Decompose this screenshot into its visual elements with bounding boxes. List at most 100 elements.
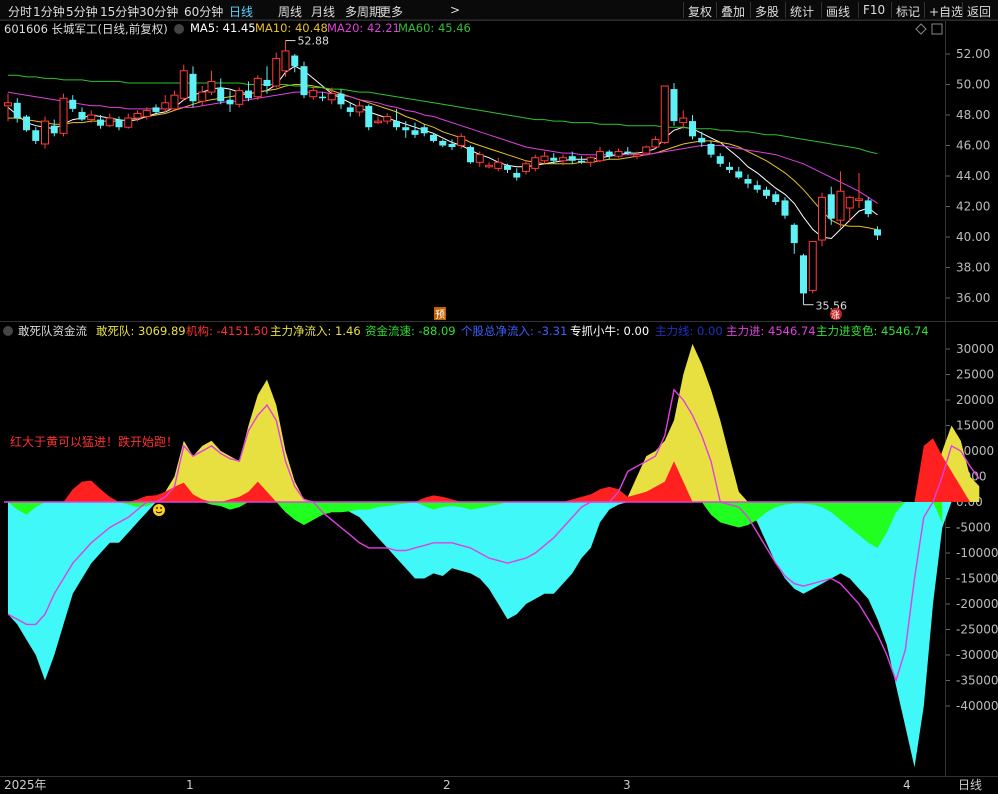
- settings-circle-icon[interactable]: [174, 24, 184, 34]
- candle: [716, 153, 724, 167]
- indicator-ytick-label: 25000: [956, 368, 994, 382]
- candle: [226, 90, 234, 112]
- candle: [540, 151, 549, 164]
- indicator-ytick-label: -35000: [956, 674, 998, 688]
- candle: [707, 140, 715, 158]
- candle: [161, 95, 170, 112]
- candle: [790, 223, 798, 254]
- candle: [383, 113, 392, 125]
- indicator-ytick-label: -10000: [956, 546, 998, 560]
- candle: [670, 82, 678, 126]
- candle: [355, 101, 364, 117]
- candle: [763, 186, 770, 199]
- svg-text:预: 预: [435, 309, 445, 321]
- candle: [531, 154, 540, 172]
- candle: [291, 54, 299, 73]
- candle: [660, 85, 669, 144]
- candle: [207, 70, 216, 96]
- candle: [642, 145, 651, 154]
- indicator-ytick-label: -25000: [956, 623, 998, 637]
- candle: [4, 93, 12, 122]
- candle: [337, 89, 345, 109]
- pre-marker: 预: [434, 307, 446, 321]
- candle: [827, 186, 835, 225]
- candle: [772, 191, 780, 205]
- area-stock-net-inflow: [8, 502, 989, 768]
- candle: [69, 95, 77, 112]
- candle: [253, 75, 262, 100]
- ma-line-ma10: [8, 84, 878, 231]
- smiley-icon: [153, 504, 165, 516]
- candle: [651, 136, 660, 149]
- candle: [439, 139, 447, 148]
- candle: [374, 116, 382, 125]
- candle: [586, 156, 595, 167]
- x-axis-label: 3: [623, 778, 631, 792]
- candle: [346, 102, 354, 117]
- price-ytick-label: 36.00: [956, 291, 990, 305]
- candle: [235, 87, 244, 108]
- price-ytick-label: 50.00: [956, 78, 990, 92]
- indicator-ytick-label: -40000: [956, 699, 998, 713]
- candle: [800, 253, 807, 305]
- price-ytick-label: 52.00: [956, 47, 990, 61]
- candle: [32, 127, 40, 144]
- zhang-marker: 涨: [830, 308, 842, 321]
- candle: [319, 92, 326, 102]
- candle: [78, 107, 86, 122]
- price-ytick-label: 44.00: [956, 169, 990, 183]
- indicator-ytick-label: -20000: [956, 597, 998, 611]
- candle: [485, 162, 493, 169]
- ma-line-ma5: [7, 65, 878, 240]
- candle: [753, 180, 761, 193]
- x-axis-label: 4: [903, 778, 911, 792]
- area-dare-squad: [8, 343, 980, 502]
- candle: [689, 115, 696, 140]
- indicator-ytick-label: -5000: [956, 521, 991, 535]
- price-ytick-label: 46.00: [956, 139, 990, 153]
- candle: [836, 171, 845, 228]
- candle: [504, 163, 511, 173]
- candle: [522, 160, 530, 175]
- indicator-circle-icon[interactable]: [3, 326, 13, 336]
- indicator-ytick-label: -30000: [956, 648, 998, 662]
- candle: [179, 64, 188, 102]
- indicator-ytick-label: 20000: [956, 393, 994, 407]
- window-icon[interactable]: [931, 23, 943, 35]
- candle: [300, 61, 308, 99]
- indicator-ytick-label: 30000: [956, 342, 994, 356]
- price-ytick-label: 40.00: [956, 230, 990, 244]
- indicator-ytick-label: 15000: [956, 419, 994, 433]
- candle: [818, 192, 826, 247]
- ma-line-ma20: [7, 91, 878, 204]
- candle: [808, 241, 817, 294]
- price-ytick-label: 48.00: [956, 108, 990, 122]
- candle: [124, 113, 133, 129]
- candle: [726, 162, 733, 173]
- candle: [781, 197, 789, 219]
- candle: [411, 122, 419, 138]
- x-axis-label: 2: [443, 778, 451, 792]
- diamond-icon[interactable]: [915, 23, 927, 35]
- candle: [189, 66, 197, 108]
- candle: [393, 108, 400, 131]
- candle: [735, 166, 743, 180]
- high-label: 52.88: [298, 35, 330, 48]
- candle: [744, 174, 752, 189]
- candle: [198, 86, 207, 106]
- candle: [467, 145, 474, 164]
- candle: [272, 52, 281, 88]
- price-ytick-label: 42.00: [956, 200, 990, 214]
- period-label[interactable]: 日线: [958, 778, 982, 792]
- candle: [281, 40, 290, 77]
- candle: [420, 124, 428, 137]
- candle: [41, 116, 49, 149]
- candle: [513, 168, 521, 181]
- candle: [679, 110, 688, 129]
- svg-text:涨: 涨: [831, 310, 840, 321]
- candle: [596, 147, 604, 163]
- candle: [217, 78, 225, 105]
- candle: [59, 93, 68, 137]
- price-ytick-label: 38.00: [956, 261, 990, 275]
- indicator-ytick-label: -15000: [956, 572, 998, 586]
